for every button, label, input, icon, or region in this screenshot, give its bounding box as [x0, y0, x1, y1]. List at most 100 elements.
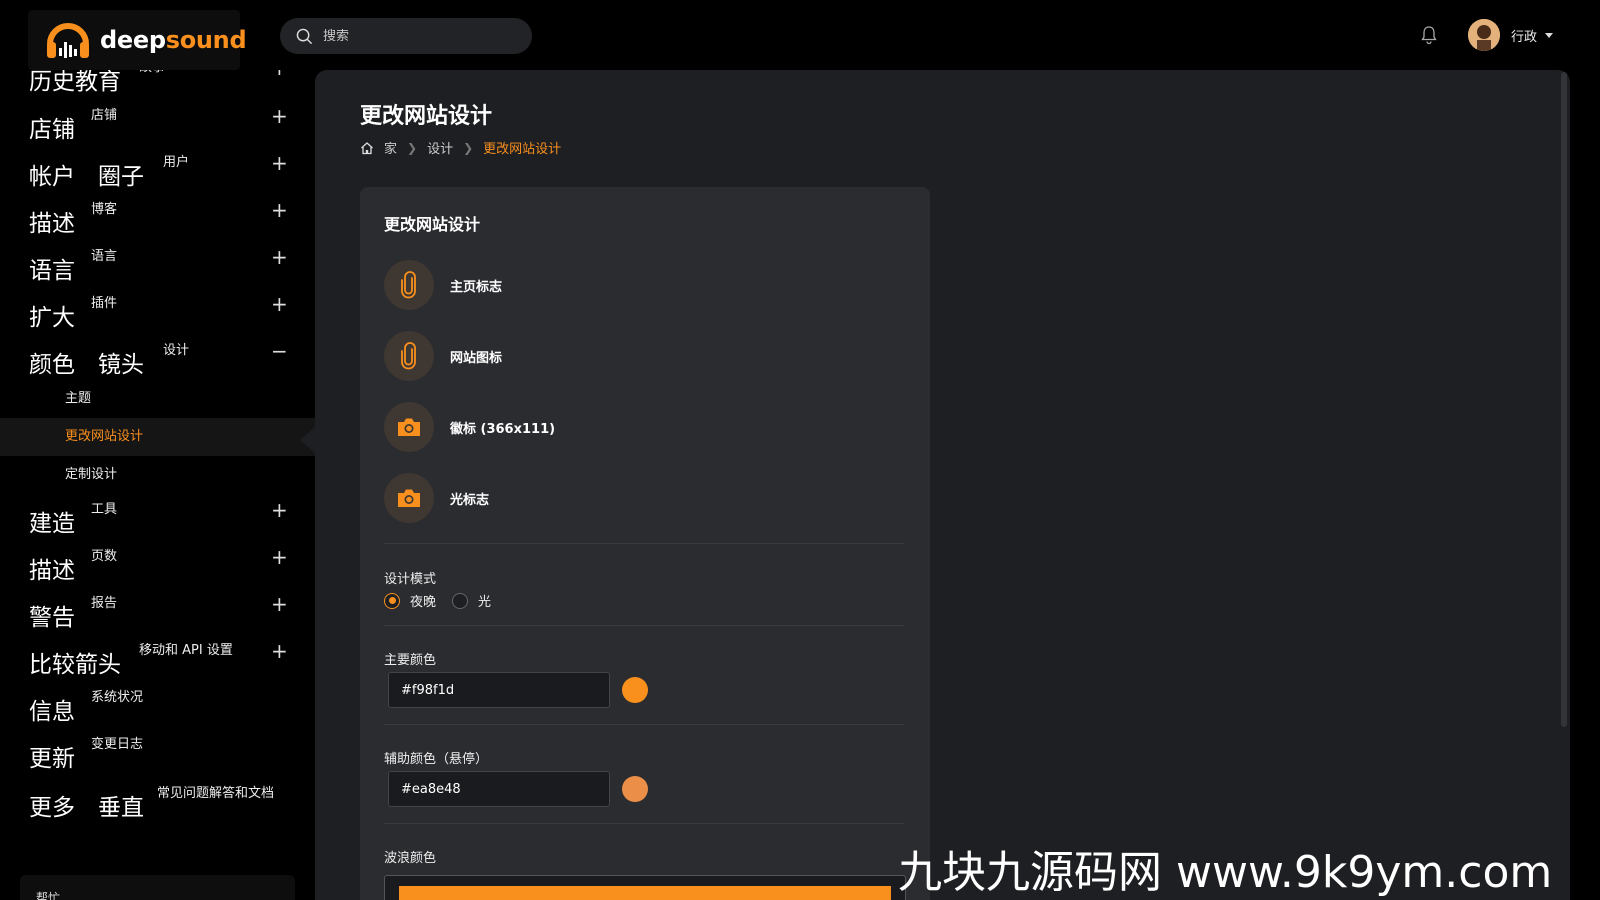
- sidebar-item-label: 博客: [91, 202, 118, 217]
- search-input[interactable]: [323, 28, 513, 44]
- avatar: [1468, 19, 1500, 51]
- sidebar-item-icon-label: 警告: [29, 605, 75, 631]
- active-indicator: [300, 427, 315, 453]
- site-design-card: 更改网站设计 主页标志 网站图标 徽标 (366x111) 光标志 设计模式 夜…: [360, 187, 930, 900]
- wave-color-bar: [399, 886, 891, 900]
- sidebar-item-faq-docs[interactable]: 更多 垂直 常见问题解答和文档: [0, 782, 315, 842]
- sidebar-item-tools[interactable]: 建造 工具 +: [0, 498, 315, 544]
- wave-color-label: 波浪颜色: [384, 851, 437, 866]
- sidebar-item-plugins[interactable]: 扩大 插件 +: [0, 292, 315, 338]
- primary-color-label: 主要颜色: [384, 653, 437, 668]
- plus-icon[interactable]: +: [271, 106, 288, 126]
- brand-logo[interactable]: deepsound: [28, 10, 247, 70]
- sidebar-item-reports[interactable]: 警告 报告 +: [0, 592, 315, 638]
- help-card[interactable]: 帮忙: [20, 875, 295, 900]
- sidebar-item-system-status[interactable]: 信息 系统状况: [0, 686, 315, 732]
- sidebar-item-changelog[interactable]: 更新 变更日志: [0, 733, 315, 779]
- main-scrollbar[interactable]: [1561, 72, 1567, 727]
- sidebar-item-icon-label: 历史教育: [29, 70, 121, 95]
- bell-icon[interactable]: [1420, 25, 1438, 45]
- camera-icon[interactable]: [384, 473, 434, 523]
- sidebar-item-icon-label: 描述: [29, 211, 75, 237]
- page-title: 更改网站设计: [360, 104, 493, 129]
- sidebar-item-pages[interactable]: 描述 页数 +: [0, 545, 315, 591]
- search-icon: [296, 28, 313, 44]
- upload-favicon[interactable]: 网站图标: [384, 330, 904, 382]
- radio-light[interactable]: [452, 592, 469, 609]
- sidebar-item-icon-label: 信息: [29, 699, 75, 725]
- breadcrumb-current: 更改网站设计: [483, 142, 562, 157]
- plus-icon[interactable]: +: [271, 153, 288, 173]
- upload-logo[interactable]: 徽标 (366x111): [384, 401, 904, 453]
- paperclip-icon[interactable]: [384, 331, 434, 381]
- sidebar-item-icon-label: 店铺: [29, 117, 75, 143]
- sidebar-item-label: 用户: [163, 155, 190, 170]
- sidebar-subitem-custom-design[interactable]: 定制设计: [0, 456, 315, 494]
- secondary-color-swatch[interactable]: [622, 776, 648, 802]
- radio-night[interactable]: [384, 592, 400, 609]
- sidebar-item-icon-label: 描述: [29, 558, 75, 584]
- wave-color-picker[interactable]: [384, 875, 906, 900]
- sidebar-subitem-themes[interactable]: 主题: [0, 380, 315, 418]
- user-menu[interactable]: 行政: [1468, 19, 1554, 51]
- sidebar-item-mobile-api[interactable]: 比较箭头 移动和 API 设置 +: [0, 639, 315, 685]
- chevron-right-icon: ❯: [407, 140, 418, 155]
- sidebar-item-label: 变更日志: [91, 737, 144, 752]
- home-icon[interactable]: [360, 141, 374, 155]
- search-bar[interactable]: [280, 18, 532, 54]
- upload-label: 网站图标: [450, 350, 503, 366]
- sidebar-item-label: 报告: [91, 596, 118, 611]
- secondary-color-label: 辅助颜色（悬停）: [384, 752, 489, 767]
- breadcrumb-design[interactable]: 设计: [427, 138, 453, 157]
- upload-label: 主页标志: [450, 279, 503, 295]
- sidebar-item-stories[interactable]: 历史教育 故事 +: [0, 70, 315, 102]
- main-content: 更改网站设计 家 ❯ 设计 ❯ 更改网站设计 更改网站设计 主页标志 网站图标 …: [315, 70, 1570, 900]
- sidebar-item-languages[interactable]: 语言 语言 +: [0, 245, 315, 291]
- sidebar-item-icon-label: 颜色 镜头: [29, 352, 144, 378]
- breadcrumb: 家 ❯ 设计 ❯ 更改网站设计: [360, 138, 561, 157]
- plus-icon[interactable]: +: [271, 294, 288, 314]
- radio-light-label[interactable]: 光: [478, 591, 491, 610]
- design-mode-radio-group: 夜晚 光: [384, 591, 507, 610]
- plus-icon[interactable]: +: [271, 500, 288, 520]
- brand-name: deepsound: [100, 26, 247, 54]
- plus-icon[interactable]: +: [271, 200, 288, 220]
- sidebar-item-store[interactable]: 店铺 店铺 +: [0, 104, 315, 150]
- sidebar-item-label: 系统状况: [91, 690, 144, 705]
- sidebar-item-label: 店铺: [91, 108, 118, 123]
- sidebar-item-icon-label: 更新: [29, 746, 75, 772]
- plus-icon[interactable]: +: [271, 641, 288, 661]
- top-header: deepsound 行政: [0, 0, 1600, 70]
- plus-icon[interactable]: +: [271, 247, 288, 267]
- sidebar-item-label: 常见问题解答和文档: [157, 786, 275, 801]
- upload-home-logo[interactable]: 主页标志: [384, 259, 904, 311]
- radio-night-label[interactable]: 夜晚: [410, 591, 436, 610]
- sidebar-item-icon-label: 比较箭头: [29, 652, 121, 678]
- user-name: 行政: [1511, 29, 1538, 45]
- minus-icon[interactable]: −: [271, 341, 288, 361]
- plus-icon[interactable]: +: [271, 70, 288, 78]
- secondary-color-input[interactable]: [388, 771, 610, 807]
- sidebar-item-blog[interactable]: 描述 博客 +: [0, 198, 315, 244]
- sidebar-item-label: 故事: [139, 70, 165, 78]
- sidebar-item-label: 工具: [91, 502, 118, 517]
- headphones-logo-icon: [42, 14, 94, 66]
- upload-label: 光标志: [450, 492, 490, 508]
- chevron-right-icon: ❯: [463, 140, 474, 155]
- primary-color-input[interactable]: [388, 672, 610, 708]
- divider: [384, 724, 904, 725]
- divider: [384, 543, 904, 544]
- sidebar-item-users[interactable]: 帐户 圈子 用户 +: [0, 151, 315, 197]
- design-mode-label: 设计模式: [384, 572, 437, 587]
- sidebar-item-design[interactable]: 颜色 镜头 设计 −: [0, 339, 315, 385]
- plus-icon[interactable]: +: [271, 594, 288, 614]
- camera-icon[interactable]: [384, 402, 434, 452]
- plus-icon[interactable]: +: [271, 547, 288, 567]
- breadcrumb-home[interactable]: 家: [384, 138, 397, 157]
- sidebar-item-icon-label: 帐户 圈子: [29, 164, 144, 190]
- sidebar-subitem-change-site-design[interactable]: 更改网站设计: [0, 418, 315, 456]
- divider: [384, 625, 904, 626]
- paperclip-icon[interactable]: [384, 260, 434, 310]
- upload-light-logo[interactable]: 光标志: [384, 472, 904, 524]
- primary-color-swatch[interactable]: [622, 677, 648, 703]
